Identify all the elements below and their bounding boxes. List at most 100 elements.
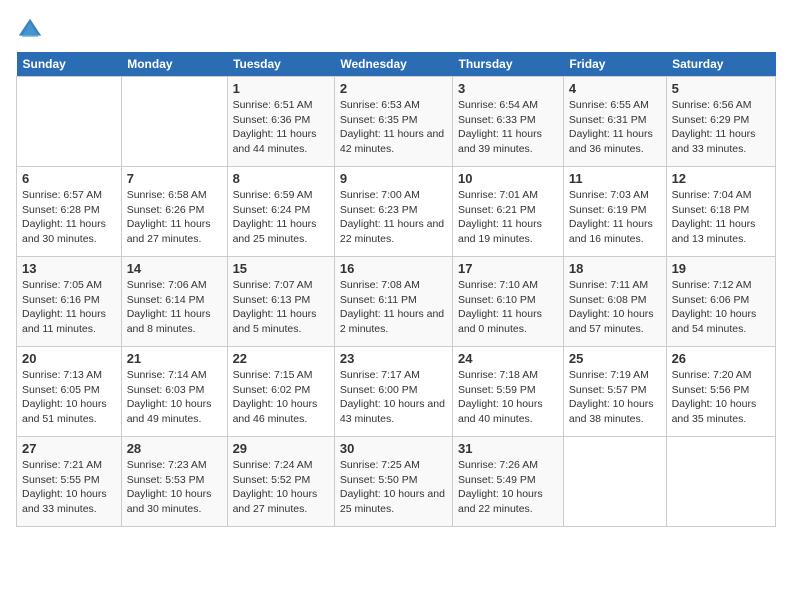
day-cell: 8Sunrise: 6:59 AM Sunset: 6:24 PM Daylig… xyxy=(227,167,334,257)
day-number: 16 xyxy=(340,261,447,276)
day-number: 31 xyxy=(458,441,558,456)
day-info: Sunrise: 6:53 AM Sunset: 6:35 PM Dayligh… xyxy=(340,98,447,157)
day-number: 12 xyxy=(672,171,770,186)
day-info: Sunrise: 6:55 AM Sunset: 6:31 PM Dayligh… xyxy=(569,98,661,157)
day-cell: 2 Sunrise: 6:53 AM Sunset: 6:35 PM Daylig… xyxy=(334,77,452,167)
day-cell: 23 Sunrise: 7:17 AM Sunset: 6:00 PM Dayli… xyxy=(334,347,452,437)
day-number: 11 xyxy=(569,171,661,186)
day-cell: 14 Sunrise: 7:06 AM Sunset: 6:14 PM Dayli… xyxy=(121,257,227,347)
day-number: 20 xyxy=(22,351,116,366)
day-info: Sunrise: 7:25 AM Sunset: 5:50 PM Dayligh… xyxy=(340,458,447,517)
day-number: 13 xyxy=(22,261,116,276)
day-number: 25 xyxy=(569,351,661,366)
day-number: 6 xyxy=(22,171,116,186)
day-info: Sunrise: 7:18 AM Sunset: 5:59 PM Dayligh… xyxy=(458,368,558,427)
day-info: Sunrise: 6:57 AM Sunset: 6:28 PM Dayligh… xyxy=(22,188,116,247)
day-cell: 18 Sunrise: 7:11 AM Sunset: 6:08 PM Dayli… xyxy=(563,257,666,347)
day-number: 5 xyxy=(672,81,770,96)
day-info: Sunrise: 7:15 AM Sunset: 6:02 PM Dayligh… xyxy=(233,368,329,427)
day-number: 2 xyxy=(340,81,447,96)
day-info: Sunrise: 7:20 AM Sunset: 5:56 PM Dayligh… xyxy=(672,368,770,427)
day-cell: 28 Sunrise: 7:23 AM Sunset: 5:53 PM Dayli… xyxy=(121,437,227,527)
day-number: 10 xyxy=(458,171,558,186)
column-header-saturday: Saturday xyxy=(666,52,775,77)
week-row-3: 13 Sunrise: 7:05 AM Sunset: 6:16 PM Dayli… xyxy=(17,257,776,347)
day-cell: 31 Sunrise: 7:26 AM Sunset: 5:49 PM Dayli… xyxy=(453,437,564,527)
day-cell: 30 Sunrise: 7:25 AM Sunset: 5:50 PM Dayli… xyxy=(334,437,452,527)
day-info: Sunrise: 7:10 AM Sunset: 6:10 PM Dayligh… xyxy=(458,278,558,337)
day-cell: 16 Sunrise: 7:08 AM Sunset: 6:11 PM Dayli… xyxy=(334,257,452,347)
calendar-body: 1 Sunrise: 6:51 AM Sunset: 6:36 PM Daylig… xyxy=(17,77,776,527)
day-info: Sunrise: 6:54 AM Sunset: 6:33 PM Dayligh… xyxy=(458,98,558,157)
day-info: Sunrise: 7:00 AM Sunset: 6:23 PM Dayligh… xyxy=(340,188,447,247)
day-info: Sunrise: 7:05 AM Sunset: 6:16 PM Dayligh… xyxy=(22,278,116,337)
calendar-header: SundayMondayTuesdayWednesdayThursdayFrid… xyxy=(17,52,776,77)
day-number: 15 xyxy=(233,261,329,276)
day-info: Sunrise: 7:04 AM Sunset: 6:18 PM Dayligh… xyxy=(672,188,770,247)
day-number: 3 xyxy=(458,81,558,96)
day-info: Sunrise: 7:23 AM Sunset: 5:53 PM Dayligh… xyxy=(127,458,222,517)
day-info: Sunrise: 7:17 AM Sunset: 6:00 PM Dayligh… xyxy=(340,368,447,427)
day-info: Sunrise: 7:11 AM Sunset: 6:08 PM Dayligh… xyxy=(569,278,661,337)
column-header-wednesday: Wednesday xyxy=(334,52,452,77)
day-info: Sunrise: 6:51 AM Sunset: 6:36 PM Dayligh… xyxy=(233,98,329,157)
header-row: SundayMondayTuesdayWednesdayThursdayFrid… xyxy=(17,52,776,77)
column-header-monday: Monday xyxy=(121,52,227,77)
day-number: 24 xyxy=(458,351,558,366)
day-info: Sunrise: 7:24 AM Sunset: 5:52 PM Dayligh… xyxy=(233,458,329,517)
day-cell: 12 Sunrise: 7:04 AM Sunset: 6:18 PM Dayli… xyxy=(666,167,775,257)
day-info: Sunrise: 7:01 AM Sunset: 6:21 PM Dayligh… xyxy=(458,188,558,247)
day-cell: 26 Sunrise: 7:20 AM Sunset: 5:56 PM Dayli… xyxy=(666,347,775,437)
week-row-5: 27Sunrise: 7:21 AM Sunset: 5:55 PM Dayli… xyxy=(17,437,776,527)
day-cell xyxy=(563,437,666,527)
week-row-1: 1 Sunrise: 6:51 AM Sunset: 6:36 PM Daylig… xyxy=(17,77,776,167)
day-number: 30 xyxy=(340,441,447,456)
day-info: Sunrise: 6:56 AM Sunset: 6:29 PM Dayligh… xyxy=(672,98,770,157)
day-cell: 7 Sunrise: 6:58 AM Sunset: 6:26 PM Daylig… xyxy=(121,167,227,257)
column-header-tuesday: Tuesday xyxy=(227,52,334,77)
day-info: Sunrise: 7:08 AM Sunset: 6:11 PM Dayligh… xyxy=(340,278,447,337)
day-number: 14 xyxy=(127,261,222,276)
day-number: 26 xyxy=(672,351,770,366)
day-cell: 5 Sunrise: 6:56 AM Sunset: 6:29 PM Daylig… xyxy=(666,77,775,167)
column-header-sunday: Sunday xyxy=(17,52,122,77)
day-cell: 6 Sunrise: 6:57 AM Sunset: 6:28 PM Daylig… xyxy=(17,167,122,257)
day-info: Sunrise: 7:06 AM Sunset: 6:14 PM Dayligh… xyxy=(127,278,222,337)
day-cell: 21Sunrise: 7:14 AM Sunset: 6:03 PM Dayli… xyxy=(121,347,227,437)
day-cell: 20Sunrise: 7:13 AM Sunset: 6:05 PM Dayli… xyxy=(17,347,122,437)
day-cell: 24 Sunrise: 7:18 AM Sunset: 5:59 PM Dayli… xyxy=(453,347,564,437)
day-number: 1 xyxy=(233,81,329,96)
day-info: Sunrise: 7:14 AM Sunset: 6:03 PM Dayligh… xyxy=(127,368,222,427)
day-number: 18 xyxy=(569,261,661,276)
day-info: Sunrise: 7:07 AM Sunset: 6:13 PM Dayligh… xyxy=(233,278,329,337)
day-cell: 3 Sunrise: 6:54 AM Sunset: 6:33 PM Daylig… xyxy=(453,77,564,167)
day-cell: 22 Sunrise: 7:15 AM Sunset: 6:02 PM Dayli… xyxy=(227,347,334,437)
day-number: 22 xyxy=(233,351,329,366)
calendar-table: SundayMondayTuesdayWednesdayThursdayFrid… xyxy=(16,52,776,527)
column-header-friday: Friday xyxy=(563,52,666,77)
day-number: 4 xyxy=(569,81,661,96)
day-info: Sunrise: 7:21 AM Sunset: 5:55 PM Dayligh… xyxy=(22,458,116,517)
day-cell: 10 Sunrise: 7:01 AM Sunset: 6:21 PM Dayli… xyxy=(453,167,564,257)
logo-icon xyxy=(16,16,44,44)
day-number: 19 xyxy=(672,261,770,276)
day-cell xyxy=(666,437,775,527)
day-number: 23 xyxy=(340,351,447,366)
day-cell: 4 Sunrise: 6:55 AM Sunset: 6:31 PM Daylig… xyxy=(563,77,666,167)
day-cell: 17Sunrise: 7:10 AM Sunset: 6:10 PM Dayli… xyxy=(453,257,564,347)
day-info: Sunrise: 7:19 AM Sunset: 5:57 PM Dayligh… xyxy=(569,368,661,427)
day-cell: 1 Sunrise: 6:51 AM Sunset: 6:36 PM Daylig… xyxy=(227,77,334,167)
day-number: 7 xyxy=(127,171,222,186)
day-cell: 27Sunrise: 7:21 AM Sunset: 5:55 PM Dayli… xyxy=(17,437,122,527)
logo xyxy=(16,16,48,44)
day-info: Sunrise: 7:26 AM Sunset: 5:49 PM Dayligh… xyxy=(458,458,558,517)
day-cell: 9Sunrise: 7:00 AM Sunset: 6:23 PM Daylig… xyxy=(334,167,452,257)
column-header-thursday: Thursday xyxy=(453,52,564,77)
week-row-4: 20Sunrise: 7:13 AM Sunset: 6:05 PM Dayli… xyxy=(17,347,776,437)
week-row-2: 6 Sunrise: 6:57 AM Sunset: 6:28 PM Daylig… xyxy=(17,167,776,257)
day-info: Sunrise: 6:58 AM Sunset: 6:26 PM Dayligh… xyxy=(127,188,222,247)
day-info: Sunrise: 6:59 AM Sunset: 6:24 PM Dayligh… xyxy=(233,188,329,247)
day-number: 28 xyxy=(127,441,222,456)
day-cell: 13 Sunrise: 7:05 AM Sunset: 6:16 PM Dayli… xyxy=(17,257,122,347)
day-cell xyxy=(121,77,227,167)
